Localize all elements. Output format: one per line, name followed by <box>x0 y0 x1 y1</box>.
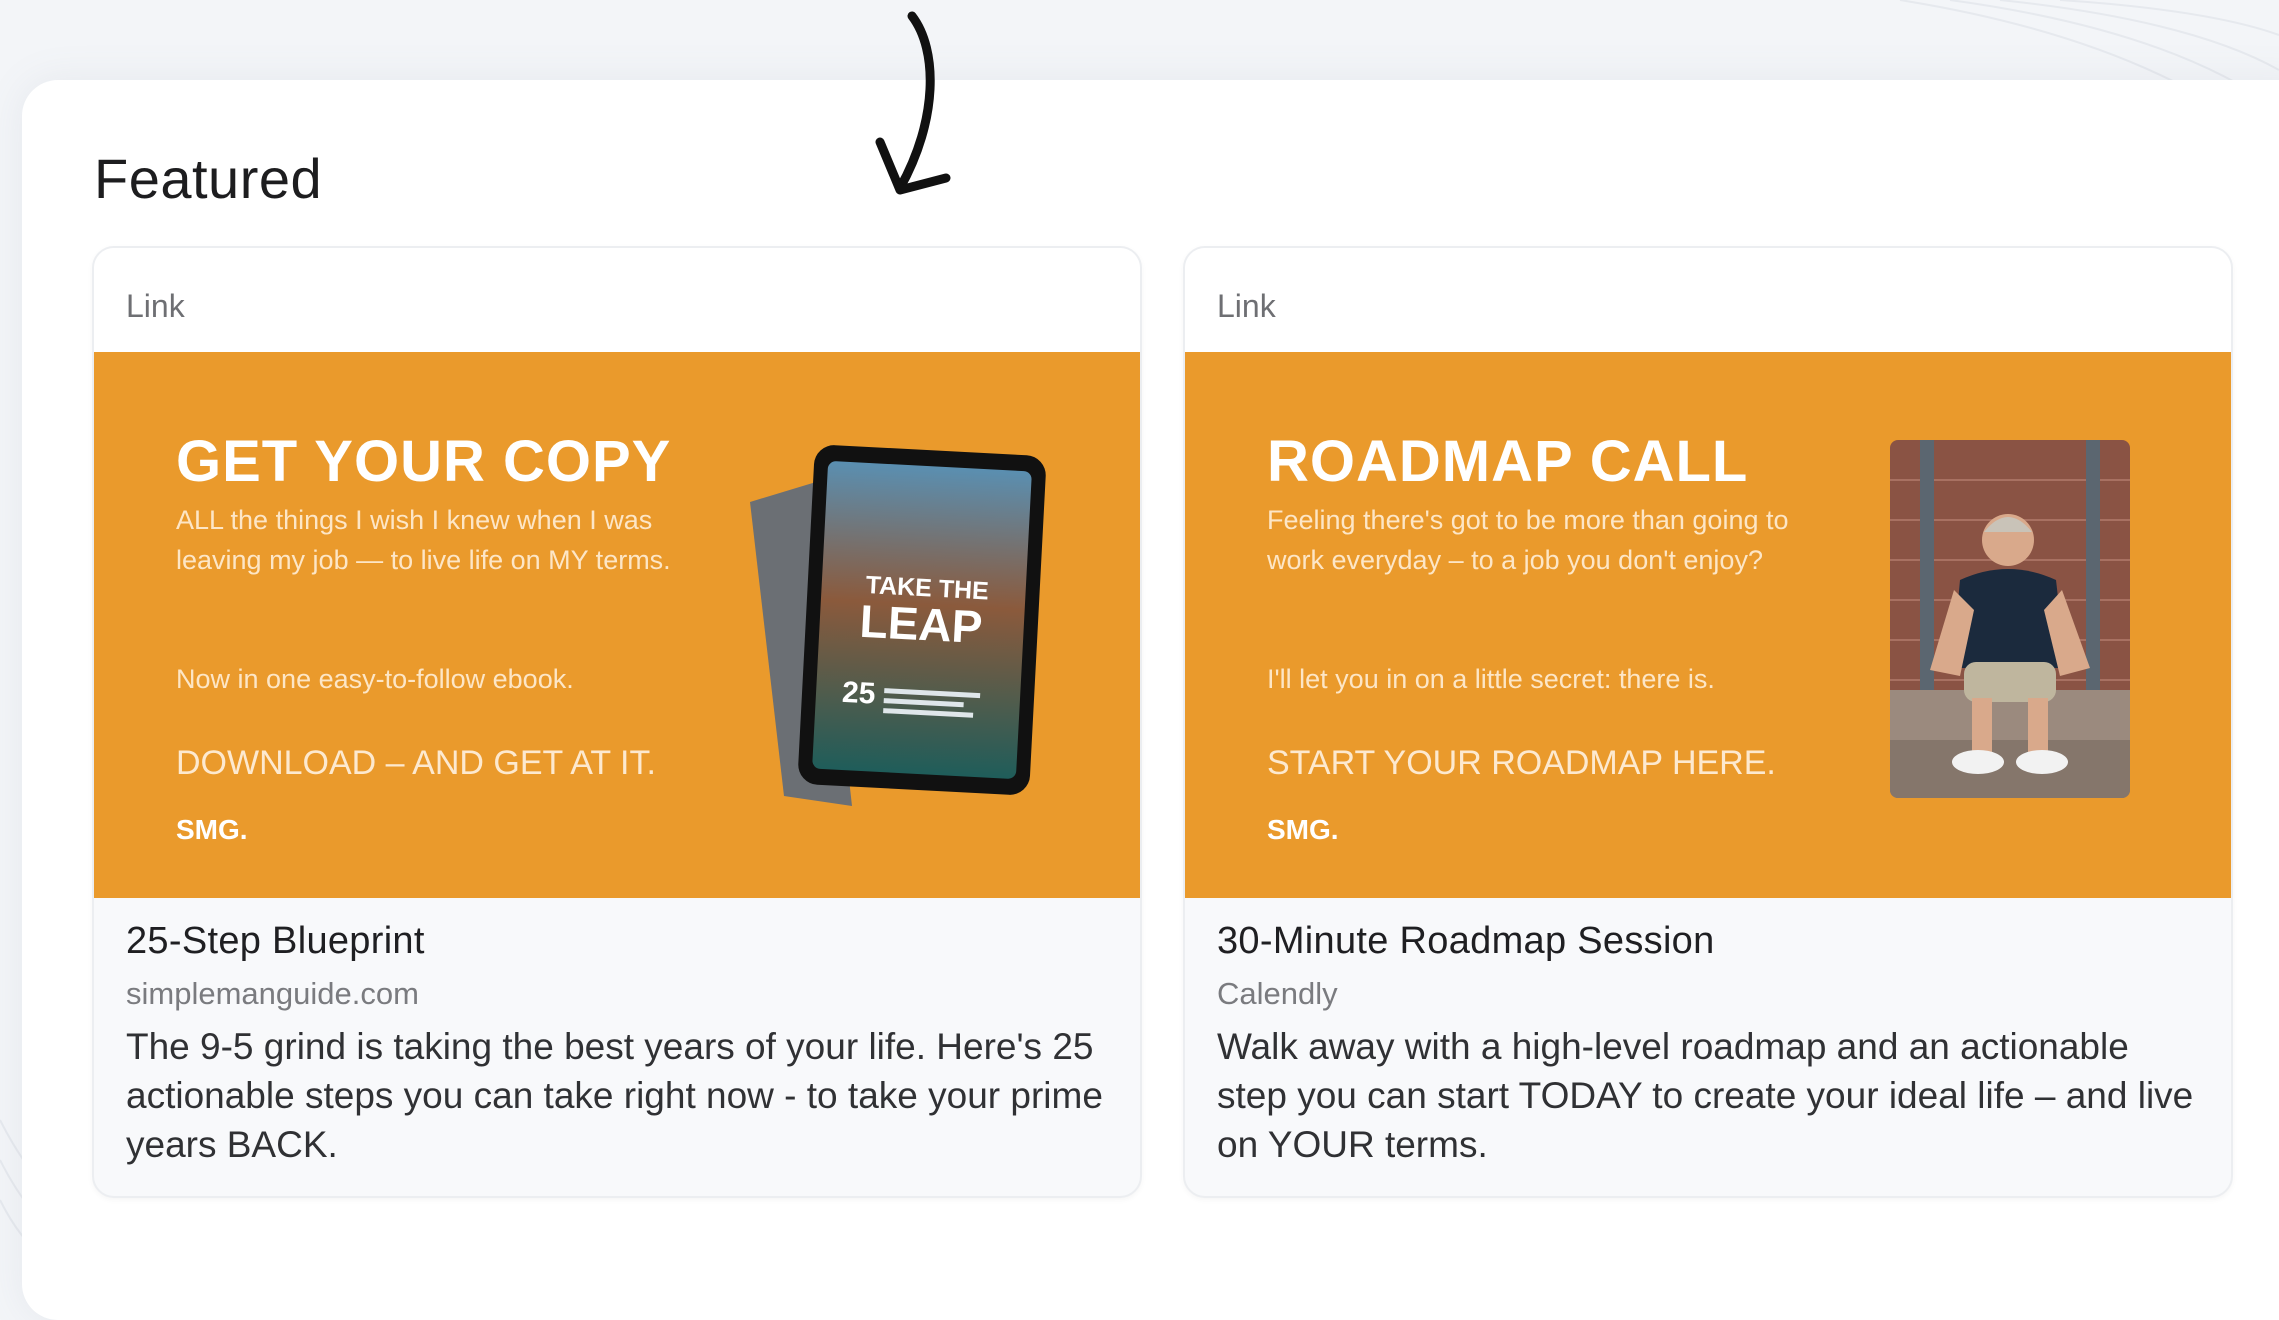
card-title[interactable]: 30-Minute Roadmap Session <box>1217 920 1715 963</box>
card-description: Walk away with a high-level roadmap and … <box>1217 1026 2194 1165</box>
card-domain: simplemanguide.com <box>126 976 419 1011</box>
ebook-title-main: LEAP <box>859 595 984 653</box>
person-photo <box>1890 440 2130 798</box>
card-banner-image[interactable]: GET YOUR COPY ALL the things I wish I kn… <box>94 352 1140 898</box>
banner-headline: ROADMAP CALL <box>1267 429 1749 494</box>
featured-card-roadmap[interactable]: Link ROADMAP CALL Feeling there's got to… <box>1183 246 2233 1198</box>
banner-note: I'll let you in on a little secret: ther… <box>1267 664 1715 694</box>
banner-headline: GET YOUR COPY <box>176 429 672 494</box>
section-title: Featured <box>94 147 323 210</box>
ebook-number: 25 <box>841 676 876 711</box>
featured-card-blueprint[interactable]: Link GET YOUR COPY ALL the things I wish… <box>92 246 1142 1198</box>
banner-brand-logo: SMG. <box>176 814 248 845</box>
card-banner-image[interactable]: ROADMAP CALL Feeling there's got to be m… <box>1185 352 2231 898</box>
card-description: The 9-5 grind is taking the best years o… <box>126 1026 1103 1165</box>
banner-cta: DOWNLOAD – AND GET AT IT. <box>176 744 656 782</box>
banner-note: Now in one easy-to-follow ebook. <box>176 664 574 694</box>
card-type-label: Link <box>126 288 185 324</box>
card-type-header: Link <box>1185 248 2231 352</box>
banner-description: Feeling there's got to be more than goin… <box>1267 505 1789 575</box>
ebook-tablet-image: TAKE THE LEAP 25 <box>750 445 1046 806</box>
card-type-label: Link <box>1217 288 1276 324</box>
card-type-header: Link <box>94 248 1140 352</box>
banner-brand-logo: SMG. <box>1267 814 1339 845</box>
hand-drawn-arrow-icon <box>875 11 951 195</box>
banner-cta: START YOUR ROADMAP HERE. <box>1267 744 1776 782</box>
banner-description: ALL the things I wish I knew when I was … <box>176 505 671 575</box>
card-domain: Calendly <box>1217 976 1338 1011</box>
card-title[interactable]: 25-Step Blueprint <box>126 920 425 963</box>
